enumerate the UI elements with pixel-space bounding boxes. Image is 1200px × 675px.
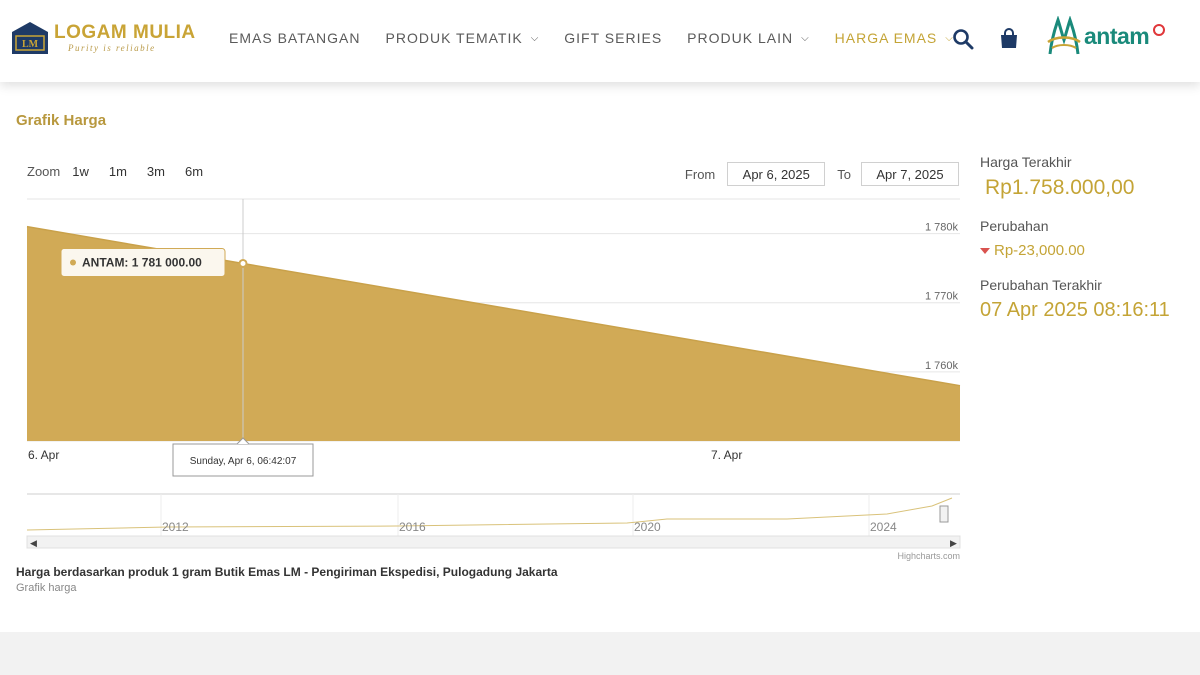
- last-price-value: Rp1.758.000,00: [985, 176, 1135, 199]
- hover-marker: [238, 258, 248, 268]
- navigator-label: 2024: [870, 520, 897, 534]
- chart-canvas: 1 750k1 760k1 770k1 780kANTAM: 1 781 000…: [26, 198, 961, 561]
- change-row: Rp-23,000.00: [980, 242, 1190, 259]
- antam-wordmark: antam: [1084, 22, 1150, 49]
- price-footnote: Harga berdasarkan produk 1 gram Butik Em…: [16, 565, 558, 579]
- chevron-down-icon: ⌵: [530, 32, 540, 44]
- nav-item-label: PRODUK TEMATIK: [385, 30, 523, 46]
- main-nav: EMAS BATANGAN PRODUK TEMATIK ⌵ GIFT SERIES P…: [229, 30, 979, 46]
- updated-value: 07 Apr 2025 08:16:11: [980, 299, 1170, 321]
- updated-label: Perubahan Terakhir: [980, 277, 1102, 293]
- nav-item-produk-lain[interactable]: PRODUK LAIN ⌵: [687, 30, 810, 46]
- x-tick-label: 7. Apr: [711, 448, 742, 462]
- y-tick-label: 1 770k: [925, 291, 959, 303]
- search-icon[interactable]: [952, 28, 974, 55]
- nav-item-label: HARGA EMAS: [834, 30, 938, 46]
- lm-initials: LM: [22, 39, 39, 50]
- tooltip-series-dot: [70, 259, 76, 266]
- y-tick-label: 1 760k: [925, 360, 959, 372]
- nav-item-label: PRODUK LAIN: [687, 30, 794, 46]
- brand-name: LOGAM MULIA: [54, 22, 196, 43]
- x-tick-label: 6. Apr: [28, 448, 59, 462]
- navigator-handle[interactable]: [939, 505, 949, 523]
- last-price-label: Harga Terakhir: [980, 154, 1072, 170]
- y-tick-label: 1 780k: [925, 222, 959, 234]
- navigator-label: 2020: [634, 520, 661, 534]
- nav-item-gift-series[interactable]: GIFT SERIES: [564, 30, 662, 46]
- page-title: Grafik Harga: [16, 112, 107, 129]
- antam-emblem-icon: [1047, 16, 1081, 55]
- chevron-down-icon: ⌵: [801, 32, 810, 44]
- navigator-label: 2012: [162, 520, 189, 534]
- site-header: LM LOGAM MULIA Purity is reliable EMAS B…: [0, 0, 1200, 82]
- shopping-bag-icon[interactable]: [999, 28, 1019, 55]
- change-value: Rp-23,000.00: [994, 242, 1085, 259]
- logam-mulia-logo[interactable]: LM LOGAM MULIA Purity is reliable: [10, 20, 196, 56]
- nav-item-label: EMAS BATANGAN: [229, 30, 361, 46]
- navigator-label: 2016: [399, 520, 426, 534]
- chart-credit: Highcharts.com: [897, 551, 960, 561]
- scroll-left-icon[interactable]: ◀: [30, 538, 37, 548]
- antam-logo[interactable]: antam: [1046, 16, 1166, 56]
- price-chart: Zoom 1w 1m 3m 6m From To 1 750k1 760k1 7…: [16, 144, 966, 564]
- lm-emblem-icon: LM: [10, 20, 50, 56]
- chart-caption: Grafik harga: [16, 582, 77, 594]
- tooltip-value: ANTAM: 1 781 000.00: [82, 255, 202, 269]
- price-summary: Harga Terakhir Rp1.758.000,00 Perubahan …: [980, 154, 1190, 322]
- brand-tagline: Purity is reliable: [68, 43, 156, 53]
- price-chart-section: Grafik Harga Zoom 1w 1m 3m 6m From To 1 …: [0, 82, 1200, 632]
- nav-item-emas-batangan[interactable]: EMAS BATANGAN: [229, 30, 361, 46]
- scroll-right-icon[interactable]: ▶: [950, 538, 957, 548]
- change-label: Perubahan: [980, 218, 1049, 234]
- antam-dot-icon: [1153, 24, 1166, 36]
- nav-item-harga-emas[interactable]: HARGA EMAS ⌵: [835, 30, 954, 46]
- down-arrow-icon: [980, 247, 990, 254]
- navigator-scrollbar[interactable]: [26, 535, 961, 549]
- nav-item-label: GIFT SERIES: [564, 30, 663, 46]
- date-tooltip-text: Sunday, Apr 6, 06:42:07: [190, 456, 297, 467]
- nav-item-produk-tematik[interactable]: PRODUK TEMATIK ⌵: [386, 30, 540, 46]
